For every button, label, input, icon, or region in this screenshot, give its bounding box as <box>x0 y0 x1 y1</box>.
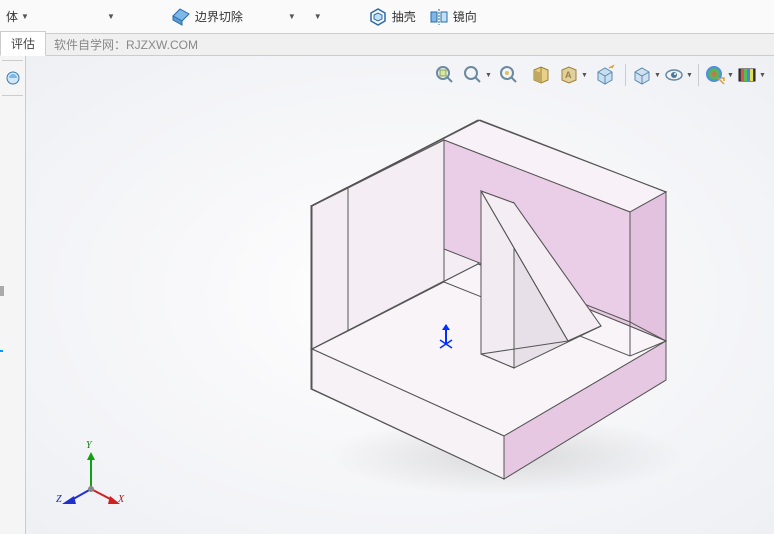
origin-marker <box>436 322 456 352</box>
chevron-down-icon: ▼ <box>104 12 118 21</box>
shell-label: 抽壳 <box>392 8 416 25</box>
separator-handle[interactable] <box>0 286 4 296</box>
dropdown-separator-2[interactable]: ▼ <box>279 0 305 33</box>
chevron-down-icon: ▼ <box>18 12 32 21</box>
body-label: 体 <box>6 8 18 25</box>
triad-x-label: X <box>118 494 124 505</box>
boundary-cut-label: 边界切除 <box>195 8 243 25</box>
dropdown-separator-3[interactable]: ▼ <box>305 0 331 33</box>
shell-button[interactable]: 抽壳 <box>361 0 422 33</box>
mirror-label: 镜向 <box>453 8 477 25</box>
mirror-icon <box>428 6 450 28</box>
boundary-cut-button[interactable]: 边界切除 <box>164 0 249 33</box>
tab-evaluate[interactable]: 评估 <box>0 31 46 56</box>
tab-bar: 评估 软件自学网：RJZXW.COM <box>0 34 774 56</box>
chevron-down-icon: ▼ <box>285 12 299 21</box>
dropdown-separator-1[interactable]: ▼ <box>98 0 124 33</box>
triad-z-label: Z <box>56 494 62 505</box>
ribbon-bar: 体 ▼ ▼ 边界切除 ▼ ▼ 抽壳 镜向 <box>0 0 774 34</box>
boundary-cut-icon <box>170 6 192 28</box>
mirror-button[interactable]: 镜向 <box>422 0 483 33</box>
chevron-down-icon: ▼ <box>311 12 325 21</box>
model-bracket[interactable] <box>26 56 774 534</box>
body-feature-button[interactable]: 体 ▼ <box>0 0 38 33</box>
graphics-viewport[interactable]: ▼ A ▼ ▼ ▼ ▼ ▼ <box>26 56 774 534</box>
feature-manager-panel <box>0 56 26 534</box>
triad-y-label: Y <box>86 440 92 451</box>
watermark-text: 软件自学网：RJZXW.COM <box>46 34 198 55</box>
view-triad[interactable]: Y X Z <box>56 444 126 514</box>
shell-icon <box>367 6 389 28</box>
rollback-bar[interactable] <box>0 350 3 352</box>
panel-tab-1[interactable] <box>0 65 25 91</box>
